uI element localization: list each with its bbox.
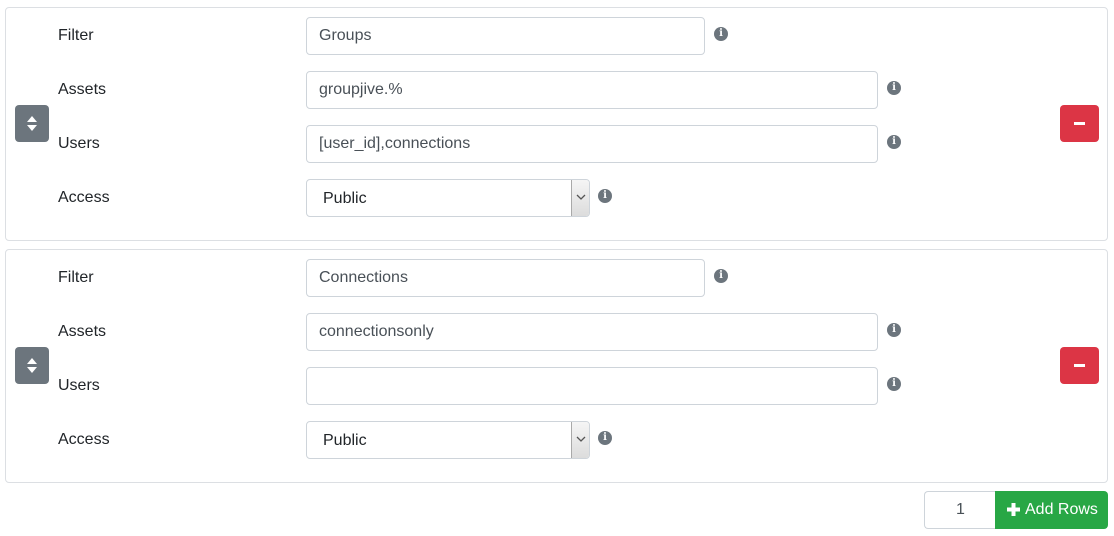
assets-input[interactable] [306,71,878,109]
chevron-down-icon[interactable] [571,180,589,216]
filter-info-icon[interactable]: i [714,269,728,283]
assets-label: Assets [58,323,107,340]
remove-row-button[interactable] [1060,347,1099,384]
users-label: Users [58,377,100,394]
minus-icon [1074,364,1085,367]
access-label: Access [58,431,110,448]
filter-info-icon[interactable]: i [714,27,728,41]
access-select[interactable]: Public [306,179,590,217]
chevron-down-icon[interactable] [571,422,589,458]
users-label: Users [58,135,100,152]
sort-handle-button[interactable] [15,347,49,384]
sort-icon [27,358,37,373]
sort-handle-button[interactable] [15,105,49,142]
users-info-icon[interactable]: i [887,377,901,391]
row-card-2: Filter i Assets i Users i Access Public … [5,249,1108,483]
access-selected-value: Public [323,432,367,449]
row-card-1: Filter i Assets i Users i Access Public … [5,7,1108,241]
sort-icon [27,116,37,131]
assets-info-icon[interactable]: i [887,81,901,95]
assets-info-icon[interactable]: i [887,323,901,337]
filter-label: Filter [58,269,94,286]
access-label: Access [58,189,110,206]
access-selected-value: Public [323,190,367,207]
assets-input[interactable] [306,313,878,351]
users-input[interactable] [306,367,878,405]
users-info-icon[interactable]: i [887,135,901,149]
add-rows-button[interactable]: Add Rows [995,491,1108,529]
filter-label: Filter [58,27,94,44]
filter-input[interactable] [306,17,705,55]
filter-input[interactable] [306,259,705,297]
add-rows-label: Add Rows [1025,501,1098,518]
users-input[interactable] [306,125,878,163]
remove-row-button[interactable] [1060,105,1099,142]
access-select[interactable]: Public [306,421,590,459]
access-info-icon[interactable]: i [598,189,612,203]
plus-icon [1007,503,1020,516]
minus-icon [1074,122,1085,125]
access-info-icon[interactable]: i [598,431,612,445]
rows-count-input[interactable] [924,491,996,529]
assets-label: Assets [58,81,107,98]
